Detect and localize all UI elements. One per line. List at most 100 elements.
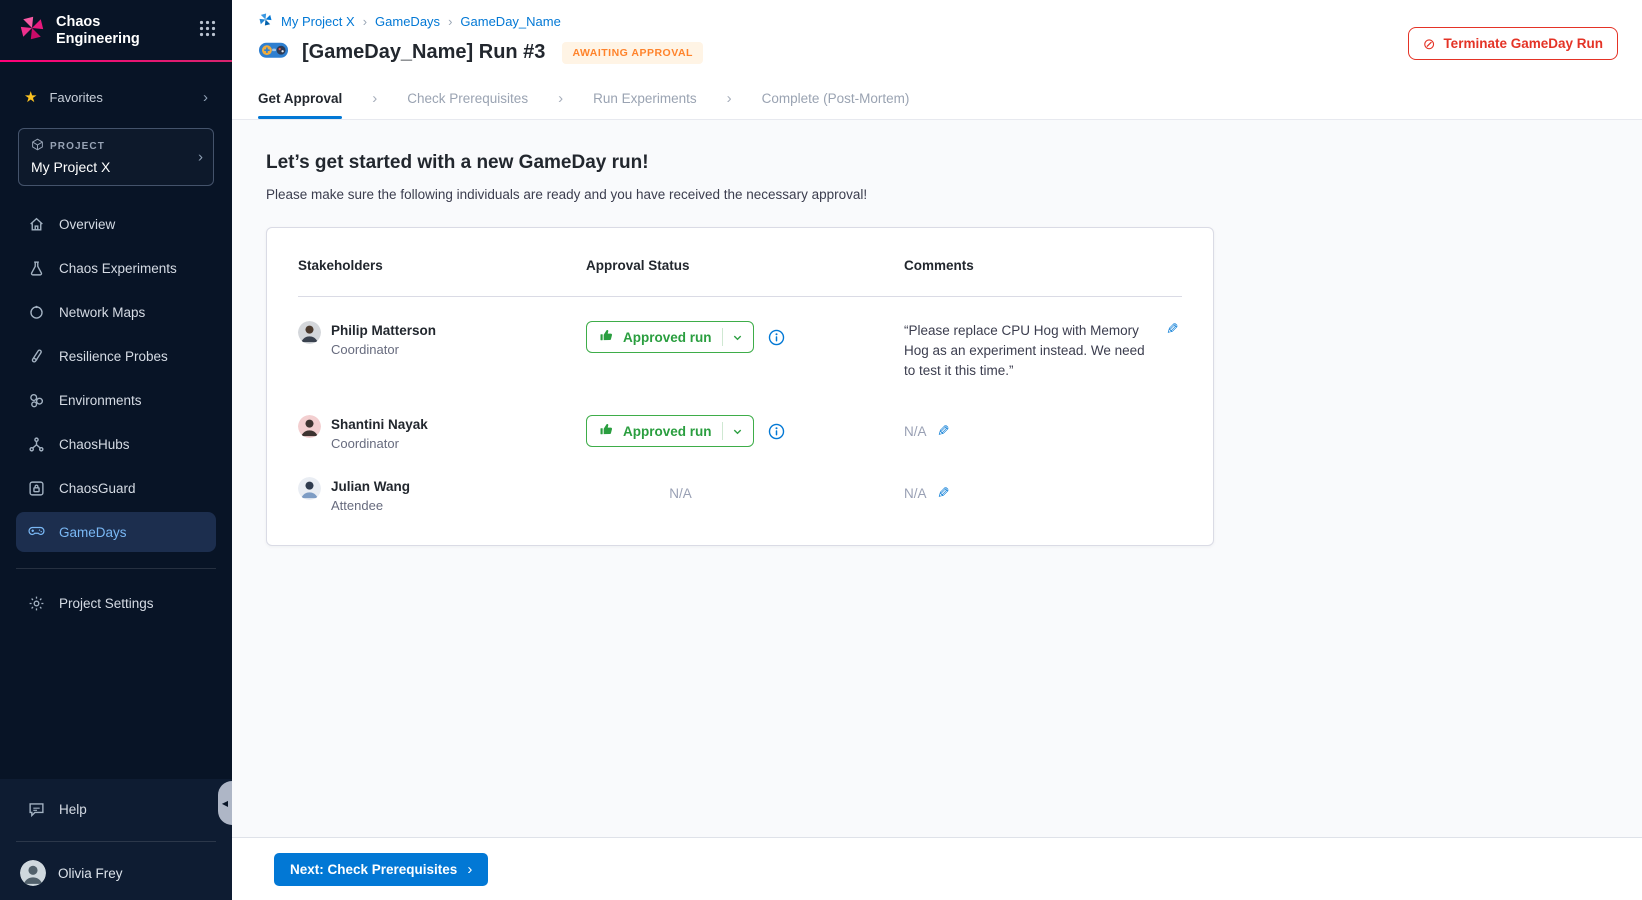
stakeholder-role: Coordinator xyxy=(331,436,428,451)
nav-label: ChaosGuard xyxy=(59,481,136,496)
content-area: My Project X › GameDays › GameDay_Name xyxy=(232,0,1642,900)
info-circle-icon[interactable] xyxy=(768,329,785,346)
table-row: Shantini Nayak Coordinator Approved r xyxy=(298,415,1182,451)
pencil-icon[interactable]: ✎ xyxy=(937,486,950,501)
sidebar-header: Chaos Engineering xyxy=(0,0,232,60)
info-circle-icon[interactable] xyxy=(768,423,785,440)
tab-complete-post-mortem[interactable]: Complete (Post-Mortem) xyxy=(762,78,910,119)
sidebar-item-chaosguard[interactable]: ChaosGuard xyxy=(16,468,216,508)
terminate-gameday-run-button[interactable]: ⊘ Terminate GameDay Run xyxy=(1408,27,1618,60)
approval-cell: N/A xyxy=(586,477,904,501)
column-header-stakeholders: Stakeholders xyxy=(298,258,586,273)
status-badge: AWAITING APPROVAL xyxy=(562,42,703,64)
approval-na: N/A xyxy=(586,486,775,501)
chevron-right-icon: › xyxy=(727,78,732,119)
sidebar-item-favorites[interactable]: ★ Favorites › xyxy=(14,82,218,112)
section-subheading: Please make sure the following individua… xyxy=(266,187,1642,202)
approval-status-dropdown[interactable]: Approved run xyxy=(586,415,754,447)
sidebar-item-network-maps[interactable]: Network Maps xyxy=(16,292,216,332)
avatar xyxy=(20,860,46,886)
circle-icon xyxy=(28,304,45,321)
sidebar-item-project-settings[interactable]: Project Settings xyxy=(16,583,216,623)
chevron-right-icon: › xyxy=(467,861,472,878)
user-menu[interactable]: Olivia Frey xyxy=(0,846,232,900)
approval-status-dropdown[interactable]: Approved run xyxy=(586,321,754,353)
approval-cell: Approved run xyxy=(586,415,904,447)
table-row: Julian Wang Attendee N/A N/A ✎ xyxy=(298,477,1182,513)
page-header: My Project X › GameDays › GameDay_Name xyxy=(232,0,1642,120)
sidebar-item-gamedays[interactable]: GameDays xyxy=(16,512,216,552)
sidebar: Chaos Engineering ★ Favorites › xyxy=(0,0,232,900)
home-icon xyxy=(28,216,45,233)
gamepad-icon xyxy=(258,39,289,66)
lock-icon xyxy=(28,480,45,497)
nav-label: Environments xyxy=(59,393,142,408)
button-divider xyxy=(722,422,723,440)
sidebar-item-help[interactable]: Help xyxy=(16,789,216,829)
thumbs-up-icon xyxy=(599,328,614,346)
project-selector-tag: PROJECT xyxy=(31,138,201,154)
sidebar-item-chaoshubs[interactable]: ChaosHubs xyxy=(16,424,216,464)
nav-label: Resilience Probes xyxy=(59,349,168,364)
approval-cell: Approved run xyxy=(586,321,904,353)
breadcrumb-link-project[interactable]: My Project X xyxy=(281,14,355,29)
chevron-right-icon: › xyxy=(448,14,452,29)
nav-label: Chaos Experiments xyxy=(59,261,177,276)
sidebar-divider xyxy=(16,841,216,842)
nav-label: Overview xyxy=(59,217,115,232)
pencil-icon[interactable]: ✎ xyxy=(937,424,950,439)
section-heading: Let’s get started with a new GameDay run… xyxy=(266,152,1642,174)
step-label: Complete (Post-Mortem) xyxy=(762,91,910,106)
stakeholder-role: Coordinator xyxy=(331,342,436,357)
comment-text: “Please replace CPU Hog with Memory Hog … xyxy=(904,321,1156,381)
sidebar-collapse-button[interactable]: ◀ xyxy=(218,781,232,825)
project-selector[interactable]: PROJECT My Project X › xyxy=(18,128,214,186)
column-header-comments: Comments xyxy=(904,258,1182,273)
hub-icon xyxy=(28,436,45,453)
stakeholder-cell: Shantini Nayak Coordinator xyxy=(298,415,586,451)
thumbs-up-icon xyxy=(599,422,614,440)
stakeholders-card: Stakeholders Approval Status Comments xyxy=(266,227,1214,546)
nav-label: GameDays xyxy=(59,525,127,540)
brand-divider xyxy=(0,60,232,62)
tab-check-prerequisites[interactable]: Check Prerequisites xyxy=(407,78,528,119)
sidebar-item-overview[interactable]: Overview xyxy=(16,204,216,244)
sidebar-item-chaos-experiments[interactable]: Chaos Experiments xyxy=(16,248,216,288)
comment-na: N/A xyxy=(904,424,927,439)
sidebar-spacer xyxy=(0,627,232,779)
next-check-prerequisites-button[interactable]: Next: Check Prerequisites › xyxy=(274,853,488,886)
sidebar-item-environments[interactable]: Environments xyxy=(16,380,216,420)
module-grid-icon[interactable] xyxy=(199,20,216,42)
sidebar-bottom: Help Olivia Frey xyxy=(0,779,232,900)
comment-cell: “Please replace CPU Hog with Memory Hog … xyxy=(904,321,1182,381)
environments-icon xyxy=(28,392,45,409)
page-title: [GameDay_Name] Run #3 xyxy=(302,41,545,64)
stakeholder-name: Julian Wang xyxy=(331,479,410,494)
chevron-left-icon: ◀ xyxy=(222,799,228,808)
user-name: Olivia Frey xyxy=(58,866,123,881)
project-label: PROJECT xyxy=(50,141,105,152)
gamepad-icon xyxy=(28,524,45,541)
breadcrumb-link-gameday-name[interactable]: GameDay_Name xyxy=(460,14,560,29)
step-label: Run Experiments xyxy=(593,91,697,106)
avatar xyxy=(298,415,321,438)
main-panel: Let’s get started with a new GameDay run… xyxy=(232,120,1642,837)
project-name: My Project X xyxy=(31,159,201,175)
breadcrumb-link-gamedays[interactable]: GameDays xyxy=(375,14,440,29)
cube-icon xyxy=(31,138,44,154)
approval-status-label: Approved run xyxy=(623,330,712,345)
sidebar-item-resilience-probes[interactable]: Resilience Probes xyxy=(16,336,216,376)
stepper: Get Approval › Check Prerequisites › Run… xyxy=(258,78,1618,119)
stakeholder-cell: Julian Wang Attendee xyxy=(298,477,586,513)
tab-get-approval[interactable]: Get Approval xyxy=(258,78,342,119)
chevron-right-icon: › xyxy=(363,14,367,29)
step-label: Check Prerequisites xyxy=(407,91,528,106)
nav-label: ChaosHubs xyxy=(59,437,130,452)
approval-status-label: Approved run xyxy=(623,424,712,439)
title-row: [GameDay_Name] Run #3 AWAITING APPROVAL … xyxy=(258,39,1618,66)
sidebar-nav: Overview Chaos Experiments Network Maps xyxy=(0,204,232,556)
tab-run-experiments[interactable]: Run Experiments xyxy=(593,78,697,119)
chaos-engineering-logo-icon xyxy=(18,14,46,47)
pencil-icon[interactable]: ✎ xyxy=(1166,322,1179,337)
footer-bar: Next: Check Prerequisites › xyxy=(232,837,1642,900)
